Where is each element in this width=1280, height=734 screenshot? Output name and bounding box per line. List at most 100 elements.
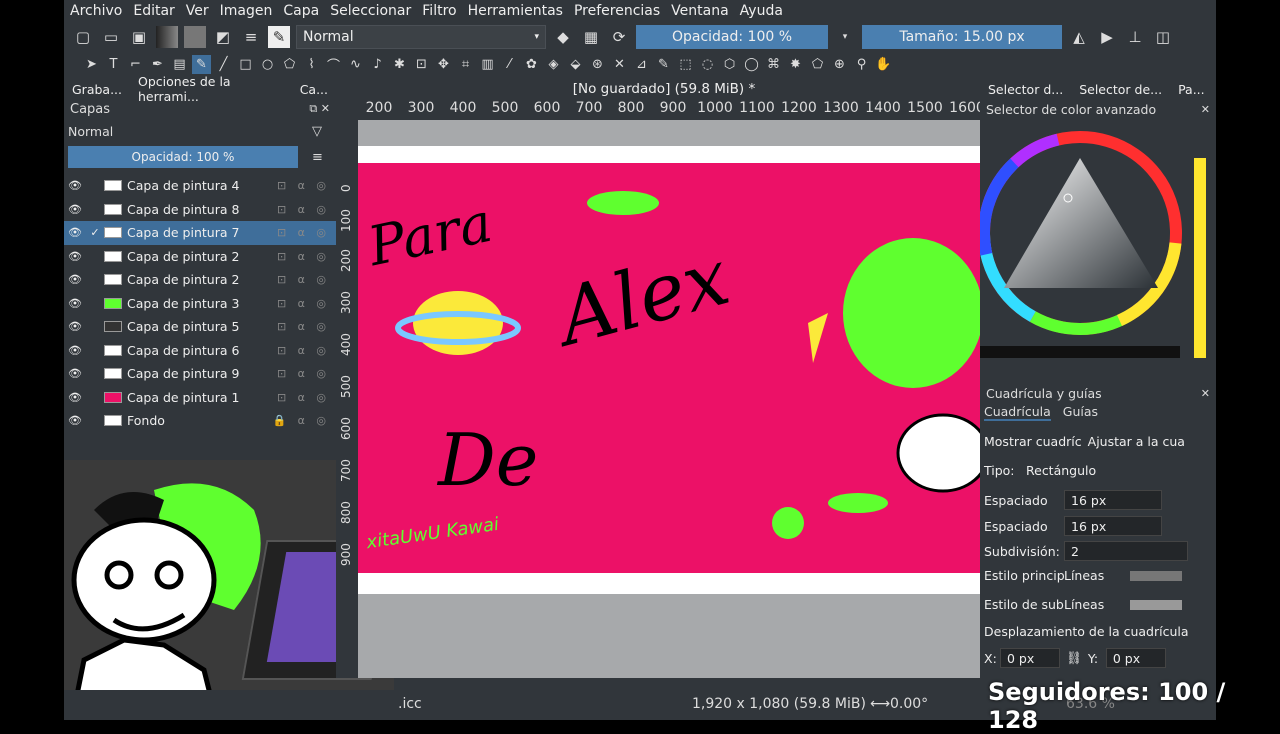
layer-row-selected[interactable]: 👁 ✓ Capa de pintura 7 ⊡ α ◎: [64, 221, 336, 245]
main-color-swatch[interactable]: [1130, 570, 1182, 581]
chevron-icon[interactable]: ▾: [834, 26, 856, 48]
text-tool-icon[interactable]: T: [104, 55, 123, 74]
freehand-select-icon[interactable]: ◯: [742, 55, 761, 74]
eye-icon[interactable]: 👁: [64, 250, 86, 263]
lock-icon[interactable]: ⊡ α ◎: [277, 273, 330, 286]
brush-tool-icon[interactable]: ✎: [192, 54, 211, 74]
freehand-path-icon[interactable]: ∿: [346, 55, 365, 74]
lock-icon[interactable]: ⊡ α ◎: [277, 367, 330, 380]
colorize-icon[interactable]: ✿: [522, 55, 541, 74]
tab-ca[interactable]: Ca...: [292, 82, 336, 97]
pan-icon[interactable]: ✋: [874, 55, 893, 74]
alpha-lock-icon[interactable]: ▦: [580, 26, 602, 48]
color-wheel[interactable]: [980, 118, 1216, 358]
contiguous-select-icon[interactable]: ⌘: [764, 55, 783, 74]
color-swap-icon[interactable]: ◩: [212, 26, 234, 48]
tab-tool-options[interactable]: Opciones de la herrami...: [130, 74, 292, 104]
reload-icon[interactable]: ⟳: [608, 26, 630, 48]
layer-row[interactable]: 👁 Capa de pintura 2 ⊡ α ◎: [64, 268, 336, 292]
layer-row[interactable]: 👁 Capa de pintura 2 ⊡ α ◎: [64, 245, 336, 269]
smart-patch-icon[interactable]: ◈: [544, 55, 563, 74]
calligraphy-icon[interactable]: ✒: [148, 55, 167, 74]
canvas-viewport[interactable]: Para Alex De xitaUwU Kawai: [358, 120, 992, 678]
eye-icon[interactable]: 👁: [64, 367, 86, 380]
edit-shapes-icon[interactable]: ⌐: [126, 55, 145, 74]
color-picker-icon[interactable]: ⁄: [500, 55, 519, 74]
spacing-y-field[interactable]: 16 px: [1064, 516, 1162, 536]
tab-color-selector-2[interactable]: Selector de...: [1071, 82, 1170, 97]
tab-grid[interactable]: Cuadrícula: [984, 404, 1051, 421]
multibrush-icon[interactable]: ✱: [390, 55, 409, 74]
menu-capa[interactable]: Capa: [283, 3, 319, 19]
wrap-icon[interactable]: ⊥: [1124, 26, 1146, 48]
opacity-slider[interactable]: Opacidad: 100 %: [636, 25, 828, 49]
rotation-icon[interactable]: ⟷: [870, 696, 890, 712]
new-document-icon[interactable]: ▢: [72, 26, 94, 48]
menu-preferencias[interactable]: Preferencias: [574, 3, 660, 19]
ellipse-tool-icon[interactable]: ○: [258, 55, 277, 74]
gradient-icon[interactable]: [156, 26, 178, 48]
workspace-icon[interactable]: ◫: [1152, 26, 1174, 48]
lock-icon[interactable]: 🔒 α ◎: [272, 414, 330, 427]
document-tab[interactable]: [No guardado] (59.8 MiB) * ✕: [336, 78, 992, 100]
lock-icon[interactable]: ⊡ α ◎: [277, 320, 330, 333]
zoom-icon[interactable]: ⚲: [852, 55, 871, 74]
rectangle-tool-icon[interactable]: □: [236, 55, 255, 74]
rect-select-icon[interactable]: ⬚: [676, 55, 695, 74]
eraser-icon[interactable]: ◆: [552, 26, 574, 48]
polygon-tool-icon[interactable]: ⬠: [280, 55, 299, 74]
main-style-dropdown[interactable]: Líneas: [1064, 568, 1124, 583]
menu-seleccionar[interactable]: Seleccionar: [330, 3, 411, 19]
layer-row[interactable]: 👁 Capa de pintura 4 ⊡ α ◎: [64, 174, 336, 198]
x-offset-field[interactable]: 0 px: [1000, 648, 1060, 668]
layer-row[interactable]: 👁 Capa de pintura 3 ⊡ α ◎: [64, 292, 336, 316]
menu-filtro[interactable]: Filtro: [422, 3, 456, 19]
y-offset-field[interactable]: 0 px: [1105, 648, 1166, 668]
magic-wand-icon[interactable]: ✸: [786, 55, 805, 74]
type-dropdown[interactable]: Rectángulo: [1020, 460, 1186, 480]
tab-recorder[interactable]: Graba...: [64, 82, 130, 97]
bezier-select-icon[interactable]: ⬠: [808, 55, 827, 74]
menu-editar[interactable]: Editar: [133, 3, 174, 19]
layer-row[interactable]: 👁 Capa de pintura 6 ⊡ α ◎: [64, 339, 336, 363]
tab-color-selector-1[interactable]: Selector d...: [980, 82, 1071, 97]
menu-herramientas[interactable]: Herramientas: [468, 3, 563, 19]
tab-guides[interactable]: Guías: [1063, 404, 1098, 421]
move-icon[interactable]: ✥: [434, 55, 453, 74]
menu-imagen[interactable]: Imagen: [220, 3, 273, 19]
close-icon[interactable]: ✕: [1201, 103, 1210, 116]
lock-icon[interactable]: ⊡ α ◎: [277, 226, 330, 239]
size-slider[interactable]: Tamaño: 15.00 px: [862, 25, 1062, 49]
menu-ver[interactable]: Ver: [186, 3, 209, 19]
lock-icon[interactable]: ⊡ α ◎: [277, 391, 330, 404]
link-icon[interactable]: ⛓: [1066, 650, 1082, 666]
lock-icon[interactable]: ⊡ α ◎: [277, 203, 330, 216]
layers-opacity-slider[interactable]: Opacidad: 100 %: [68, 146, 298, 168]
eye-icon[interactable]: 👁: [64, 203, 86, 216]
lock-icon[interactable]: ⊡ α ◎: [277, 250, 330, 263]
ellipse-select-icon[interactable]: ◌: [698, 55, 717, 74]
layer-row[interactable]: 👁 Capa de pintura 5 ⊡ α ◎: [64, 315, 336, 339]
eye-icon[interactable]: 👁: [64, 320, 86, 333]
crop-icon[interactable]: ⌗: [456, 55, 475, 74]
sub-color-swatch[interactable]: [1130, 599, 1182, 610]
open-folder-icon[interactable]: ▭: [100, 26, 122, 48]
polyline-tool-icon[interactable]: ⌇: [302, 55, 321, 74]
select-tool-icon[interactable]: ➤: [82, 55, 101, 74]
layer-row[interactable]: 👁 Capa de pintura 8 ⊡ α ◎: [64, 198, 336, 222]
magnetic-select-icon[interactable]: ⊕: [830, 55, 849, 74]
gradient-tool-icon[interactable]: ▥: [478, 55, 497, 74]
eye-icon[interactable]: 👁: [64, 414, 86, 427]
sub-style-dropdown[interactable]: Líneas: [1064, 597, 1124, 612]
blend-mode-dropdown[interactable]: Normal ▾: [296, 25, 546, 49]
layer-row[interactable]: 👁 Capa de pintura 9 ⊡ α ◎: [64, 362, 336, 386]
tab-palette[interactable]: Pa...: [1170, 82, 1213, 97]
spacing-x-field[interactable]: 16 px: [1064, 490, 1162, 510]
menu-archivo[interactable]: Archivo: [70, 3, 122, 19]
bezier-tool-icon[interactable]: ⌒: [324, 55, 343, 74]
save-icon[interactable]: ▣: [128, 26, 150, 48]
layer-row[interactable]: 👁 Capa de pintura 1 ⊡ α ◎: [64, 386, 336, 410]
line-tool-icon[interactable]: ╱: [214, 55, 233, 74]
layer-row[interactable]: 👁 Fondo 🔒 α ◎: [64, 409, 336, 433]
transform-icon[interactable]: ⊡: [412, 55, 431, 74]
